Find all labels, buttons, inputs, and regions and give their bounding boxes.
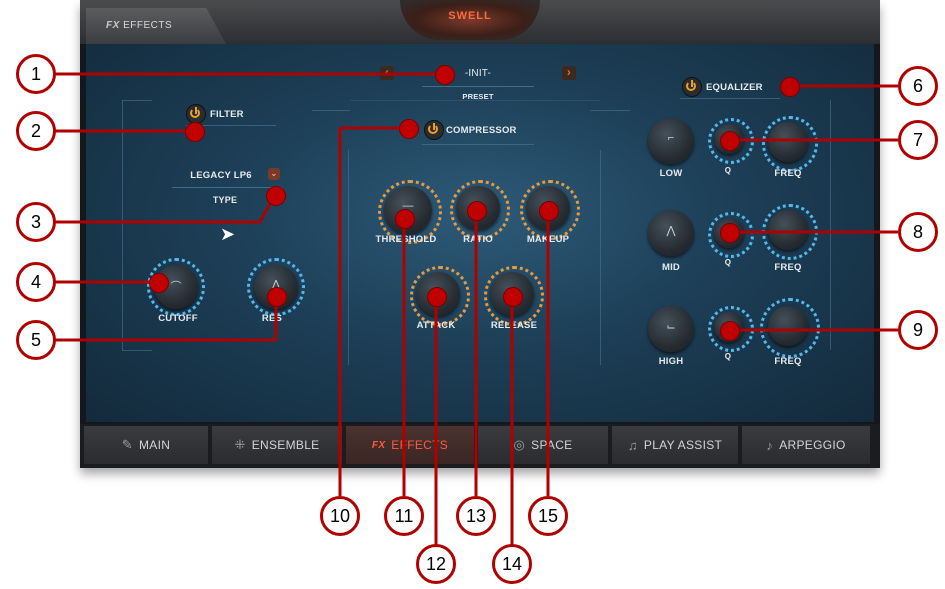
- callout-dot: [267, 287, 287, 307]
- callout-4: 4: [16, 262, 56, 302]
- callout-dot: [720, 223, 740, 243]
- callout-dot: [427, 287, 447, 307]
- callout-1: 1: [16, 54, 56, 94]
- callout-11: 11: [384, 496, 424, 536]
- callout-dot: [435, 65, 455, 85]
- callout-15: 15: [528, 496, 568, 536]
- callout-7: 7: [898, 120, 938, 160]
- callout-2: 2: [16, 111, 56, 151]
- callout-dot: [399, 119, 419, 139]
- callout-6: 6: [898, 66, 938, 106]
- callout-8: 8: [898, 212, 938, 252]
- callout-dot: [395, 209, 415, 229]
- callout-14: 14: [492, 544, 532, 584]
- callout-dot: [503, 287, 523, 307]
- callout-dot: [539, 201, 559, 221]
- callout-dot: [266, 186, 286, 206]
- callout-dot: [149, 273, 169, 293]
- callout-13: 13: [456, 496, 496, 536]
- callout-12: 12: [416, 544, 456, 584]
- callout-10: 10: [320, 496, 360, 536]
- callout-dot: [467, 201, 487, 221]
- callout-9: 9: [898, 310, 938, 350]
- callout-3: 3: [16, 202, 56, 242]
- callout-dot: [720, 131, 740, 151]
- callout-5: 5: [16, 320, 56, 360]
- callout-dot: [780, 77, 800, 97]
- callout-dot: [185, 122, 205, 142]
- callout-dot: [720, 321, 740, 341]
